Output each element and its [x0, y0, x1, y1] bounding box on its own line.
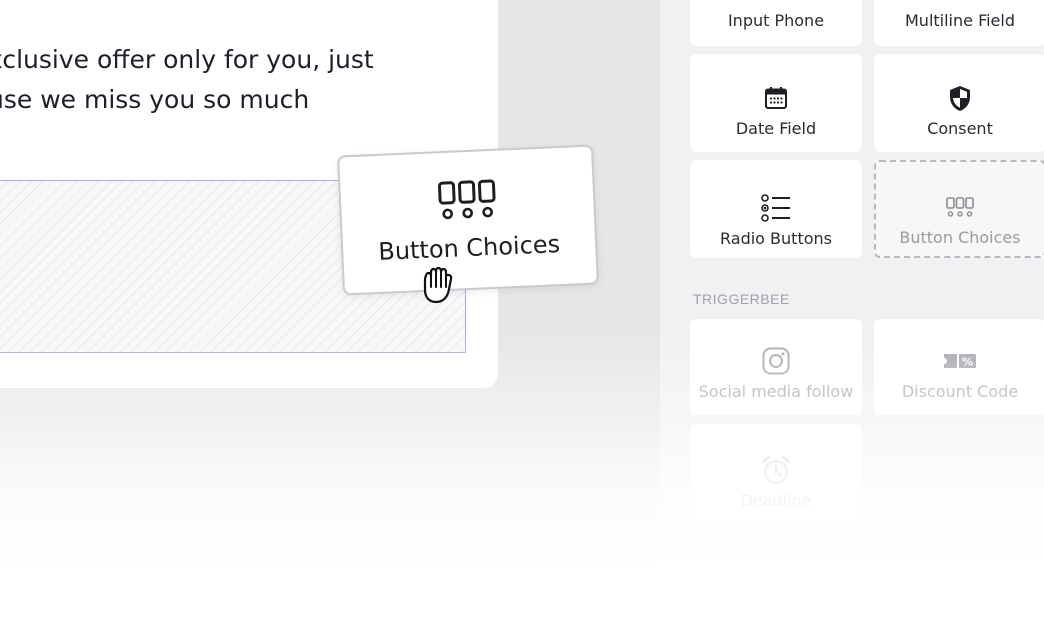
offer-text[interactable]: xclusive offer only for you, just use we… [0, 40, 374, 120]
tile-discount-code[interactable]: % Discount Code [874, 319, 1044, 415]
button-choices-icon [946, 192, 974, 222]
tile-label: Date Field [735, 119, 817, 138]
tile-label: Radio Buttons [720, 229, 832, 248]
tile-label: Button Choices [899, 228, 1021, 247]
drag-ghost-label: Button Choices [377, 229, 561, 266]
instagram-icon [762, 346, 790, 376]
tile-label: Consent [927, 119, 993, 138]
tile-label: Social media follow [698, 382, 854, 401]
radio-list-icon [761, 193, 791, 223]
editor-canvas: xclusive offer only for you, just use we… [0, 0, 660, 630]
discount-code-icon: % [943, 346, 977, 376]
tile-label: Deadline [740, 491, 812, 510]
section-title-triggerbee: TRIGGERBEE [693, 291, 790, 307]
tile-deadline[interactable]: Deadline [690, 424, 862, 520]
tile-date-field[interactable]: Date Field [690, 54, 862, 152]
drag-ghost-button-choices[interactable]: Button Choices [337, 144, 599, 296]
offer-text-line-2: use we miss you so much [0, 85, 310, 114]
tile-multiline-field[interactable]: Multiline Field [874, 0, 1044, 46]
alarm-clock-icon [760, 455, 792, 485]
tile-consent[interactable]: Consent [874, 54, 1044, 152]
tile-input-phone[interactable]: Input Phone [690, 0, 862, 46]
grab-cursor-icon [418, 262, 466, 313]
tile-button-choices-placeholder[interactable]: Button Choices [874, 160, 1044, 258]
tile-label: Multiline Field [905, 11, 1015, 30]
offer-text-line-1: xclusive offer only for you, just [0, 45, 374, 74]
tile-social-media-follow[interactable]: Social media follow [690, 319, 862, 415]
tile-radio-buttons[interactable]: Radio Buttons [690, 160, 862, 258]
tile-label: Discount Code [901, 382, 1019, 401]
tile-label: Input Phone [727, 11, 825, 30]
svg-text:%: % [962, 356, 973, 369]
button-choices-icon [437, 177, 497, 226]
calendar-icon [764, 83, 788, 113]
shield-icon [948, 83, 972, 113]
